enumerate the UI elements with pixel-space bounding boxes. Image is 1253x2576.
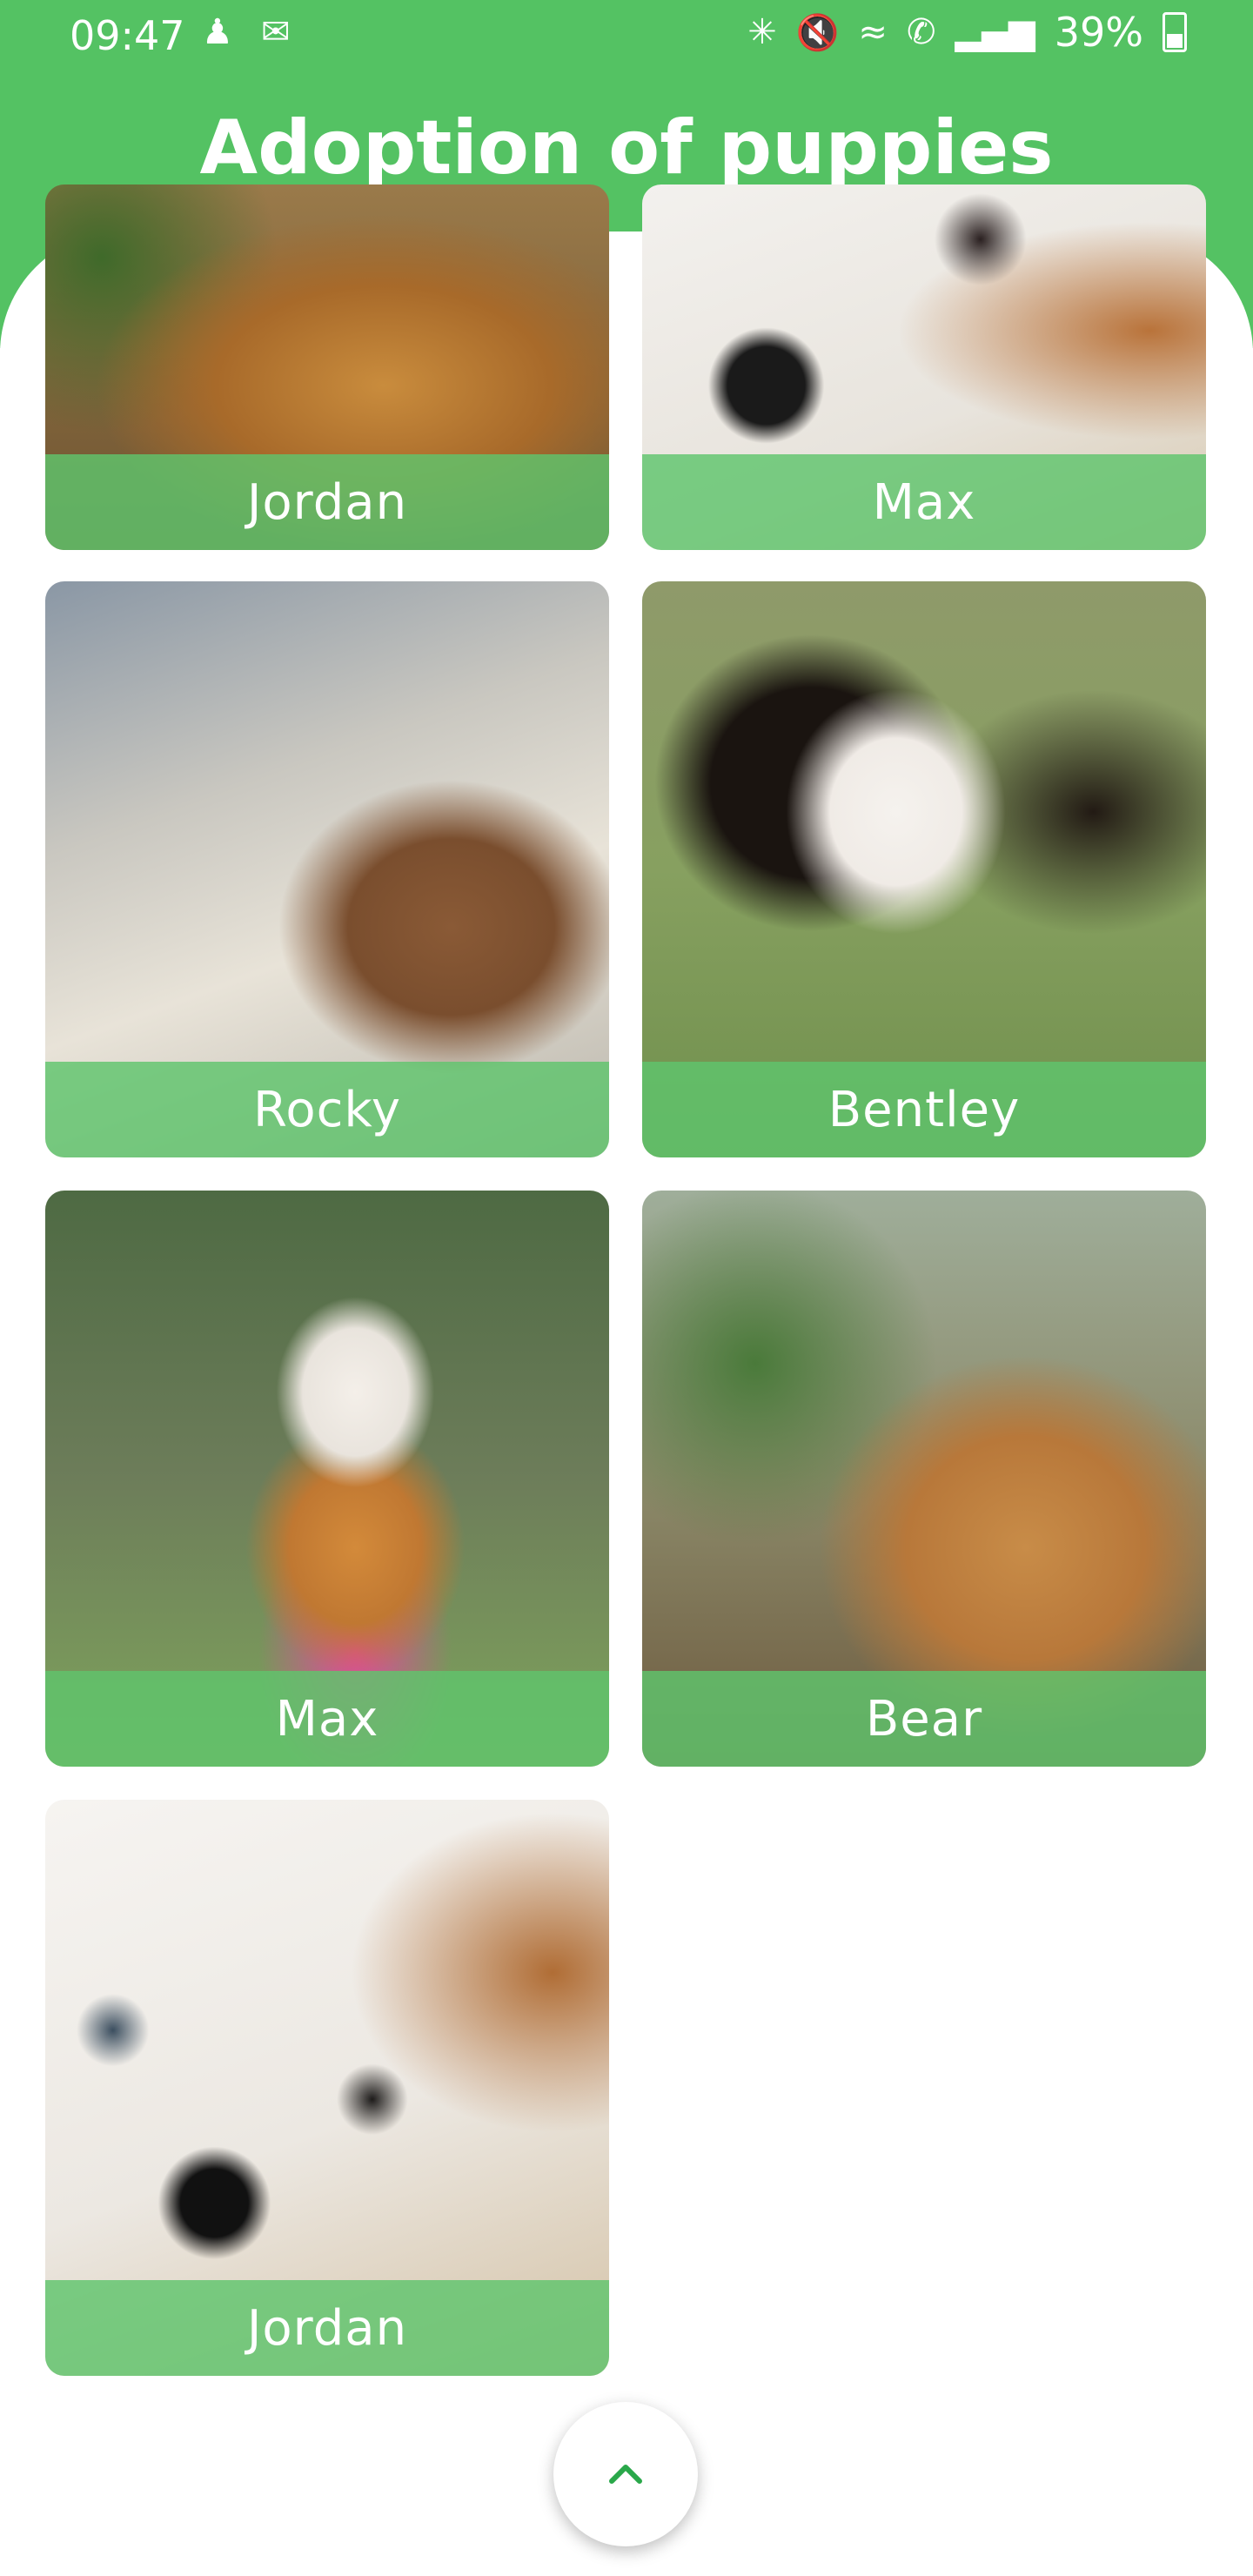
gmail-icon: ✉ [261,12,291,52]
puppy-label-band: Max [642,454,1206,550]
scroll-to-top-button[interactable] [553,2402,698,2546]
battery-percent: 39% [1054,9,1143,56]
puppy-name: Bear [865,1690,983,1748]
notification-person-icon: ♟ [202,12,233,52]
wifi-calling-icon: ✆ [906,12,936,52]
puppy-label-band: Bentley [642,1062,1206,1157]
puppy-label-band: Jordan [45,2280,609,2376]
puppy-label-band: Max [45,1671,609,1767]
battery-icon [1163,12,1187,52]
puppy-card[interactable]: Jordan [45,1800,609,2376]
puppy-card[interactable]: Bear [642,1191,1206,1767]
puppy-card[interactable]: Max [642,184,1206,550]
puppy-name: Max [275,1690,379,1748]
puppy-card[interactable]: Bentley [642,581,1206,1157]
bluetooth-icon: ✳ [747,12,777,52]
puppy-card[interactable]: Rocky [45,581,609,1157]
chevron-up-icon [609,2465,642,2484]
puppy-card[interactable]: Max [45,1191,609,1767]
mute-icon: 🔇 [795,12,840,53]
puppy-name: Jordan [246,473,408,531]
puppy-label-band: Bear [642,1671,1206,1767]
app-screen: 09:47 ♟ ✉ ✳ 🔇 ≈ ✆ ▂▄▆ 39% Adoption of pu… [0,0,1253,2576]
signal-icon: ▂▄▆ [955,12,1035,52]
puppy-name: Jordan [246,2299,408,2357]
puppy-card[interactable]: Jordan [45,184,609,550]
status-bar: 09:47 ♟ ✉ ✳ 🔇 ≈ ✆ ▂▄▆ 39% [0,0,1253,77]
puppy-label-band: Jordan [45,454,609,550]
puppy-label-band: Rocky [45,1062,609,1157]
status-time: 09:47 [70,12,185,59]
status-right: ✳ 🔇 ≈ ✆ ▂▄▆ 39% [747,9,1187,56]
puppy-name: Rocky [252,1081,402,1138]
puppy-name: Max [872,473,976,531]
page-title: Adoption of puppies [199,104,1054,191]
puppy-name: Bentley [828,1081,1021,1138]
wifi-icon: ≈ [858,12,888,52]
